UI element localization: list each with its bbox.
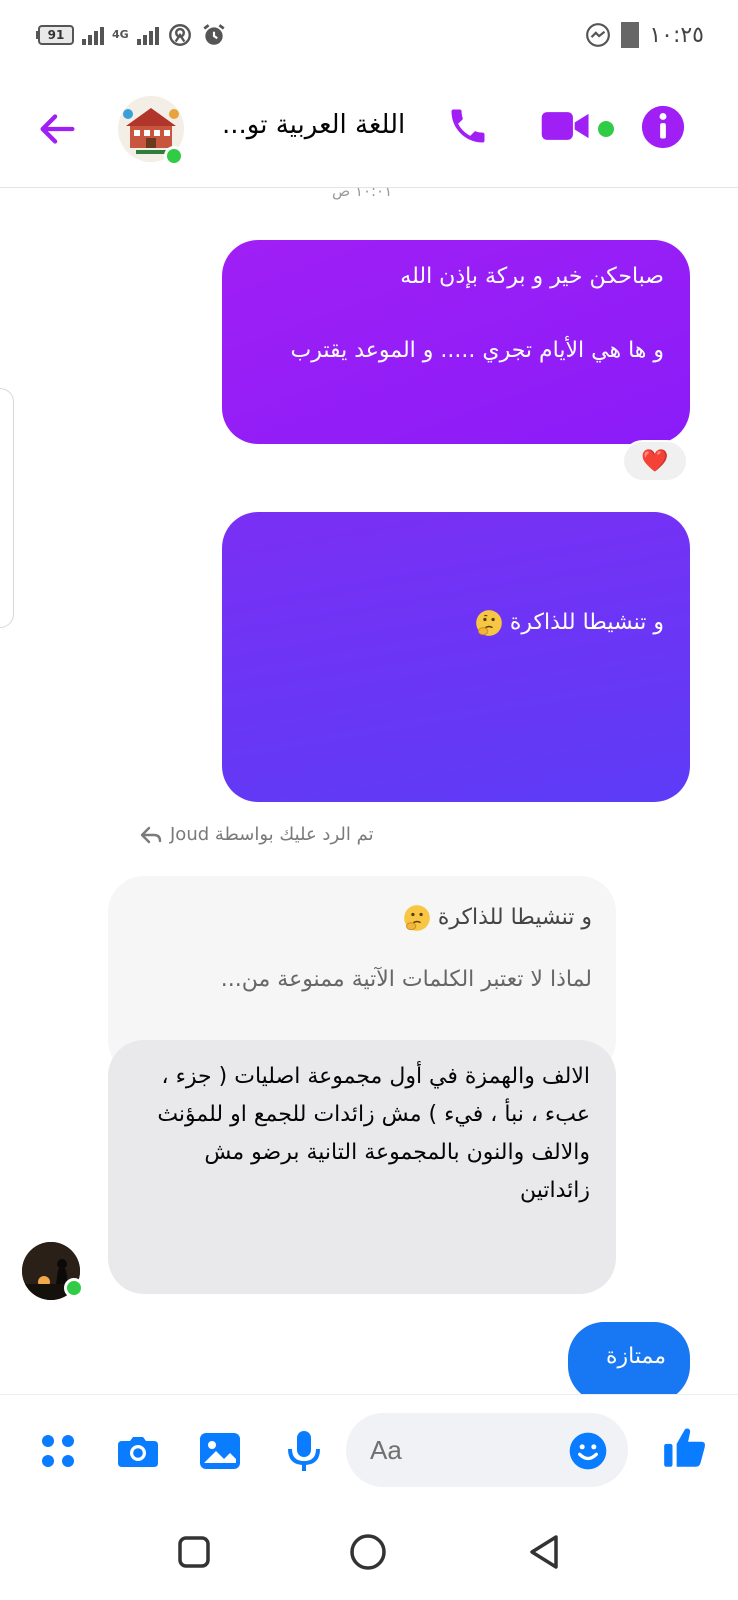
emoji-icon[interactable] — [568, 1431, 608, 1471]
notification-icon — [621, 22, 640, 48]
clock: ١٠:٢٥ — [649, 22, 704, 48]
gallery-icon[interactable] — [196, 1427, 244, 1475]
reaction-badge[interactable]: ❤️ — [622, 440, 688, 482]
reply-arrow-icon — [140, 826, 162, 843]
apps-icon[interactable] — [34, 1427, 82, 1475]
chat-title[interactable]: اللغة العربية تو... — [222, 110, 405, 140]
info-icon[interactable] — [640, 104, 686, 150]
online-indicator — [164, 146, 184, 166]
group-avatar[interactable] — [118, 96, 192, 170]
received-reply[interactable]: الالف والهمزة في أول مجموعة اصليات ( جزء… — [108, 1040, 616, 1294]
status-right: ١٠:٢٥ — [585, 22, 704, 48]
video-active-dot — [598, 121, 614, 137]
battery-icon: 91 — [36, 25, 74, 45]
message-2-line-1: و تنشيطا للذاكرة — [248, 604, 664, 641]
system-nav-bar — [0, 1510, 738, 1600]
side-panel-handle[interactable] — [0, 388, 14, 628]
quoted-line-1: و تنشيطا للذاكرة — [132, 898, 592, 938]
reply-note-text: تم الرد عليك بواسطة Joud — [170, 824, 374, 845]
sender-online-indicator — [64, 1278, 84, 1298]
camera-icon[interactable] — [114, 1427, 162, 1475]
reply-indicator: تم الرد عليك بواسطة Joud — [140, 824, 374, 845]
signal-icon — [82, 25, 104, 45]
recent-apps-icon[interactable] — [174, 1532, 214, 1572]
thinking-face-icon — [403, 905, 430, 931]
home-icon[interactable] — [348, 1532, 388, 1572]
chat-header: اللغة العربية تو... — [0, 72, 738, 188]
back-arrow-icon[interactable] — [34, 106, 80, 152]
battery-level: 91 — [38, 25, 74, 45]
back-nav-icon[interactable] — [524, 1532, 564, 1572]
sent-message-1[interactable]: صباحكن خير و بركة بإذن الله و ها هي الأي… — [222, 240, 690, 444]
hotspot-icon — [168, 24, 191, 46]
chat-area[interactable]: ١٠:٠١ ص صباحكن خير و بركة بإذن الله و ها… — [0, 188, 738, 1394]
status-left: 91 4G — [36, 22, 227, 48]
sent-message-3[interactable]: ممتازة — [568, 1322, 690, 1394]
thinking-face-icon — [475, 610, 502, 636]
sent-message-2[interactable]: و تنشيطا للذاكرة لماذا لا تعتبر الكلمات … — [222, 512, 690, 968]
alarm-icon — [203, 24, 225, 45]
phone-icon[interactable] — [446, 104, 490, 148]
video-icon[interactable] — [540, 104, 592, 148]
heart-reaction-icon: ❤️ — [641, 448, 669, 474]
signal-icon-2 — [136, 25, 159, 45]
network-type: 4G — [112, 28, 129, 41]
status-bar: 91 4G ١٠:٢٥ — [0, 0, 738, 72]
message-timestamp: ١٠:٠١ ص — [332, 188, 393, 200]
mic-icon[interactable] — [280, 1427, 328, 1475]
like-icon[interactable] — [660, 1423, 710, 1473]
message-composer — [0, 1394, 738, 1510]
messenger-icon — [586, 23, 611, 47]
quoted-line-2: لماذا لا تعتبر الكلمات الآتية ممنوعة من.… — [220, 967, 592, 992]
